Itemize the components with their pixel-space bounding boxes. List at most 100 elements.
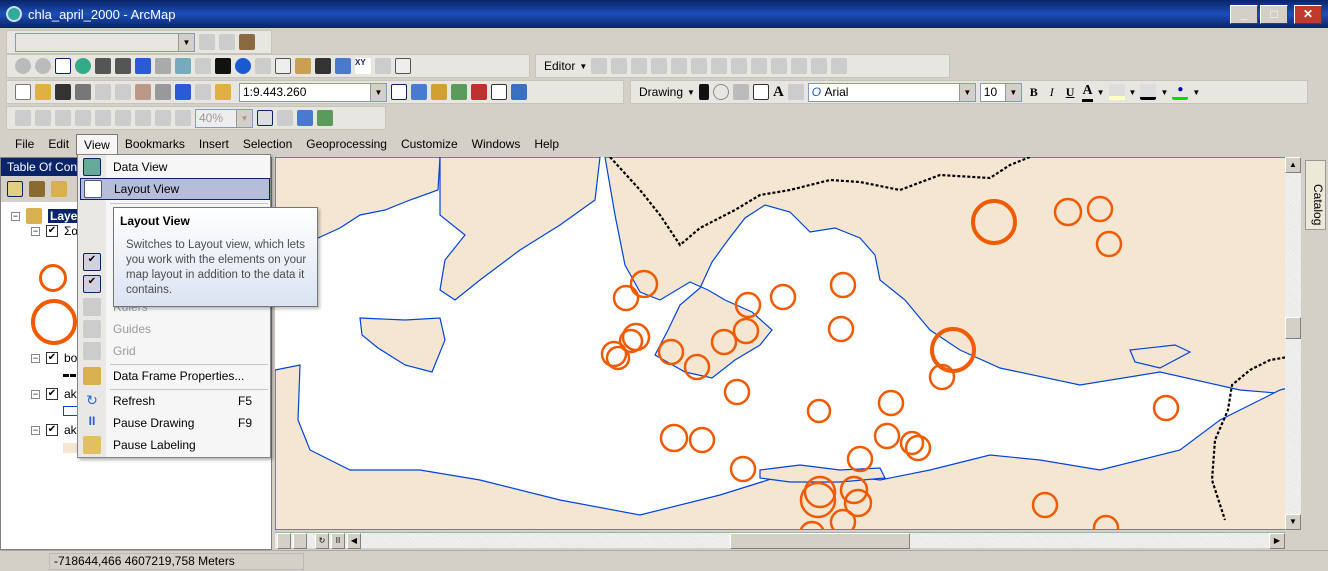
vertical-scroll-thumb[interactable] [1285,317,1301,339]
split-icon[interactable] [731,58,748,74]
collapse-icon[interactable]: − [31,389,40,399]
menu-item-grid[interactable]: Grid [80,340,270,362]
layout-zoom-out-icon[interactable] [35,110,51,126]
previous-extent-icon[interactable] [155,110,171,126]
open-icon[interactable] [35,84,51,100]
hyperlink-icon[interactable] [255,58,271,74]
editor-toolbar-icon[interactable] [391,84,407,100]
scroll-up-icon[interactable]: ▲ [1285,157,1301,173]
fixed-zoom-out-layout-icon[interactable] [135,110,151,126]
horizontal-scroll-thumb[interactable] [730,533,910,549]
menu-insert[interactable]: Insert [192,134,236,154]
layer-visibility-checkbox[interactable]: ✔ [46,352,58,364]
rotate-element-icon[interactable] [712,84,729,100]
menu-item-data-view[interactable]: Data View [80,156,270,178]
histogram-icon[interactable] [219,34,235,50]
toggle-draft-mode-icon[interactable] [257,110,273,126]
menu-view[interactable]: View [76,133,118,155]
pan-icon[interactable] [55,58,71,74]
list-by-source-icon[interactable] [29,181,45,197]
data-view-button[interactable] [277,533,291,549]
menu-item-pause-drawing[interactable]: II Pause Drawing F9 [80,412,270,434]
cut-icon[interactable] [95,84,111,100]
curve-icon[interactable] [651,58,668,74]
zoom-whole-page-icon[interactable] [75,110,91,126]
map-display[interactable] [275,157,1300,530]
close-button[interactable]: ✕ [1294,5,1322,24]
minimize-button[interactable]: _ [1230,5,1258,24]
vertical-scrollbar[interactable]: ▲ ▼ [1285,157,1301,530]
full-extent-icon[interactable] [75,58,91,74]
fixed-zoom-in-layout-icon[interactable] [115,110,131,126]
magnifier-icon[interactable] [395,58,411,74]
zoom-in-icon[interactable] [15,58,31,74]
horizontal-scrollbar[interactable]: ↻ II ◀ ▶ [275,532,1285,549]
layer-visibility-checkbox[interactable]: ✔ [46,424,58,436]
menu-item-data-frame-properties[interactable]: Data Frame Properties... [80,365,270,387]
measure-icon[interactable] [295,58,311,74]
rectangle-icon[interactable] [752,84,769,100]
catalog-window-icon[interactable] [431,84,447,100]
menu-customize[interactable]: Customize [394,134,465,154]
scroll-left-icon[interactable]: ◀ [347,533,361,549]
menu-geoprocessing[interactable]: Geoprocessing [299,134,394,154]
editor-menu[interactable]: Editor [544,59,575,73]
print-icon[interactable] [75,84,91,100]
change-layout-icon[interactable] [297,110,313,126]
text-icon[interactable]: A [773,84,784,101]
menu-item-refresh[interactable]: ↻ Refresh F5 [80,390,270,412]
delete-icon[interactable] [155,84,171,100]
line-color-icon[interactable] [1140,84,1157,100]
maximize-button[interactable]: □ [1260,5,1288,24]
layout-view-button[interactable] [293,533,307,549]
font-size-combo[interactable]: 10 ▼ [979,82,1022,102]
redo-icon[interactable] [195,84,211,100]
select-elements-icon[interactable] [215,58,231,74]
model-builder-icon[interactable] [511,84,527,100]
create-features-icon[interactable] [831,58,848,74]
map-scale-combo[interactable]: 1:9.443.260 ▼ [239,82,387,102]
find-route-icon[interactable] [335,58,351,74]
collapse-icon[interactable]: − [11,211,20,221]
search-window-icon[interactable] [451,84,467,100]
save-icon[interactable] [55,84,71,100]
catalog-tab[interactable]: Catalog [1305,160,1326,230]
find-icon[interactable] [315,58,331,74]
time-slider-icon[interactable] [375,58,391,74]
list-by-visibility-icon[interactable] [51,181,67,197]
menu-selection[interactable]: Selection [236,134,299,154]
layer-visibility-checkbox[interactable]: ✔ [46,225,58,237]
zoom-percent-combo[interactable]: 40% ▼ [195,108,253,128]
select-features-icon[interactable] [175,58,191,74]
bold-button[interactable]: B [1026,85,1042,100]
back-icon[interactable] [135,58,151,74]
menu-windows[interactable]: Windows [465,134,528,154]
menu-edit[interactable]: Edit [41,134,76,154]
copy-icon[interactable] [115,84,131,100]
menu-item-guides[interactable]: Guides [80,318,270,340]
next-extent-icon[interactable] [175,110,191,126]
point-icon[interactable] [671,58,688,74]
layout-zoom-in-icon[interactable] [15,110,31,126]
fingerprint-icon[interactable] [199,34,215,50]
layout-pan-icon[interactable] [55,110,71,126]
collapse-icon[interactable]: − [31,425,40,435]
undo-icon[interactable] [175,84,191,100]
drawing-menu[interactable]: Drawing [639,85,683,99]
annotation-edit-icon[interactable] [611,58,628,74]
font-combo[interactable]: O Arial ▼ [807,82,976,102]
data-driven-pages-icon[interactable] [317,110,333,126]
reshape-icon[interactable] [711,58,728,74]
menu-help[interactable]: Help [527,134,566,154]
scroll-down-icon[interactable]: ▼ [1285,514,1301,530]
font-color-icon[interactable]: A [1082,83,1093,102]
arctoolbox-icon[interactable] [471,84,487,100]
edit-vertices-icon[interactable] [787,84,804,100]
rotate-icon[interactable] [771,58,788,74]
italic-button[interactable]: I [1046,85,1058,100]
go-to-xy-icon[interactable]: XY [355,58,371,74]
menu-file[interactable]: File [8,134,41,154]
focus-data-frame-icon[interactable] [277,110,293,126]
fill-color-icon[interactable] [1108,84,1125,100]
cut-polygon-icon[interactable] [751,58,768,74]
